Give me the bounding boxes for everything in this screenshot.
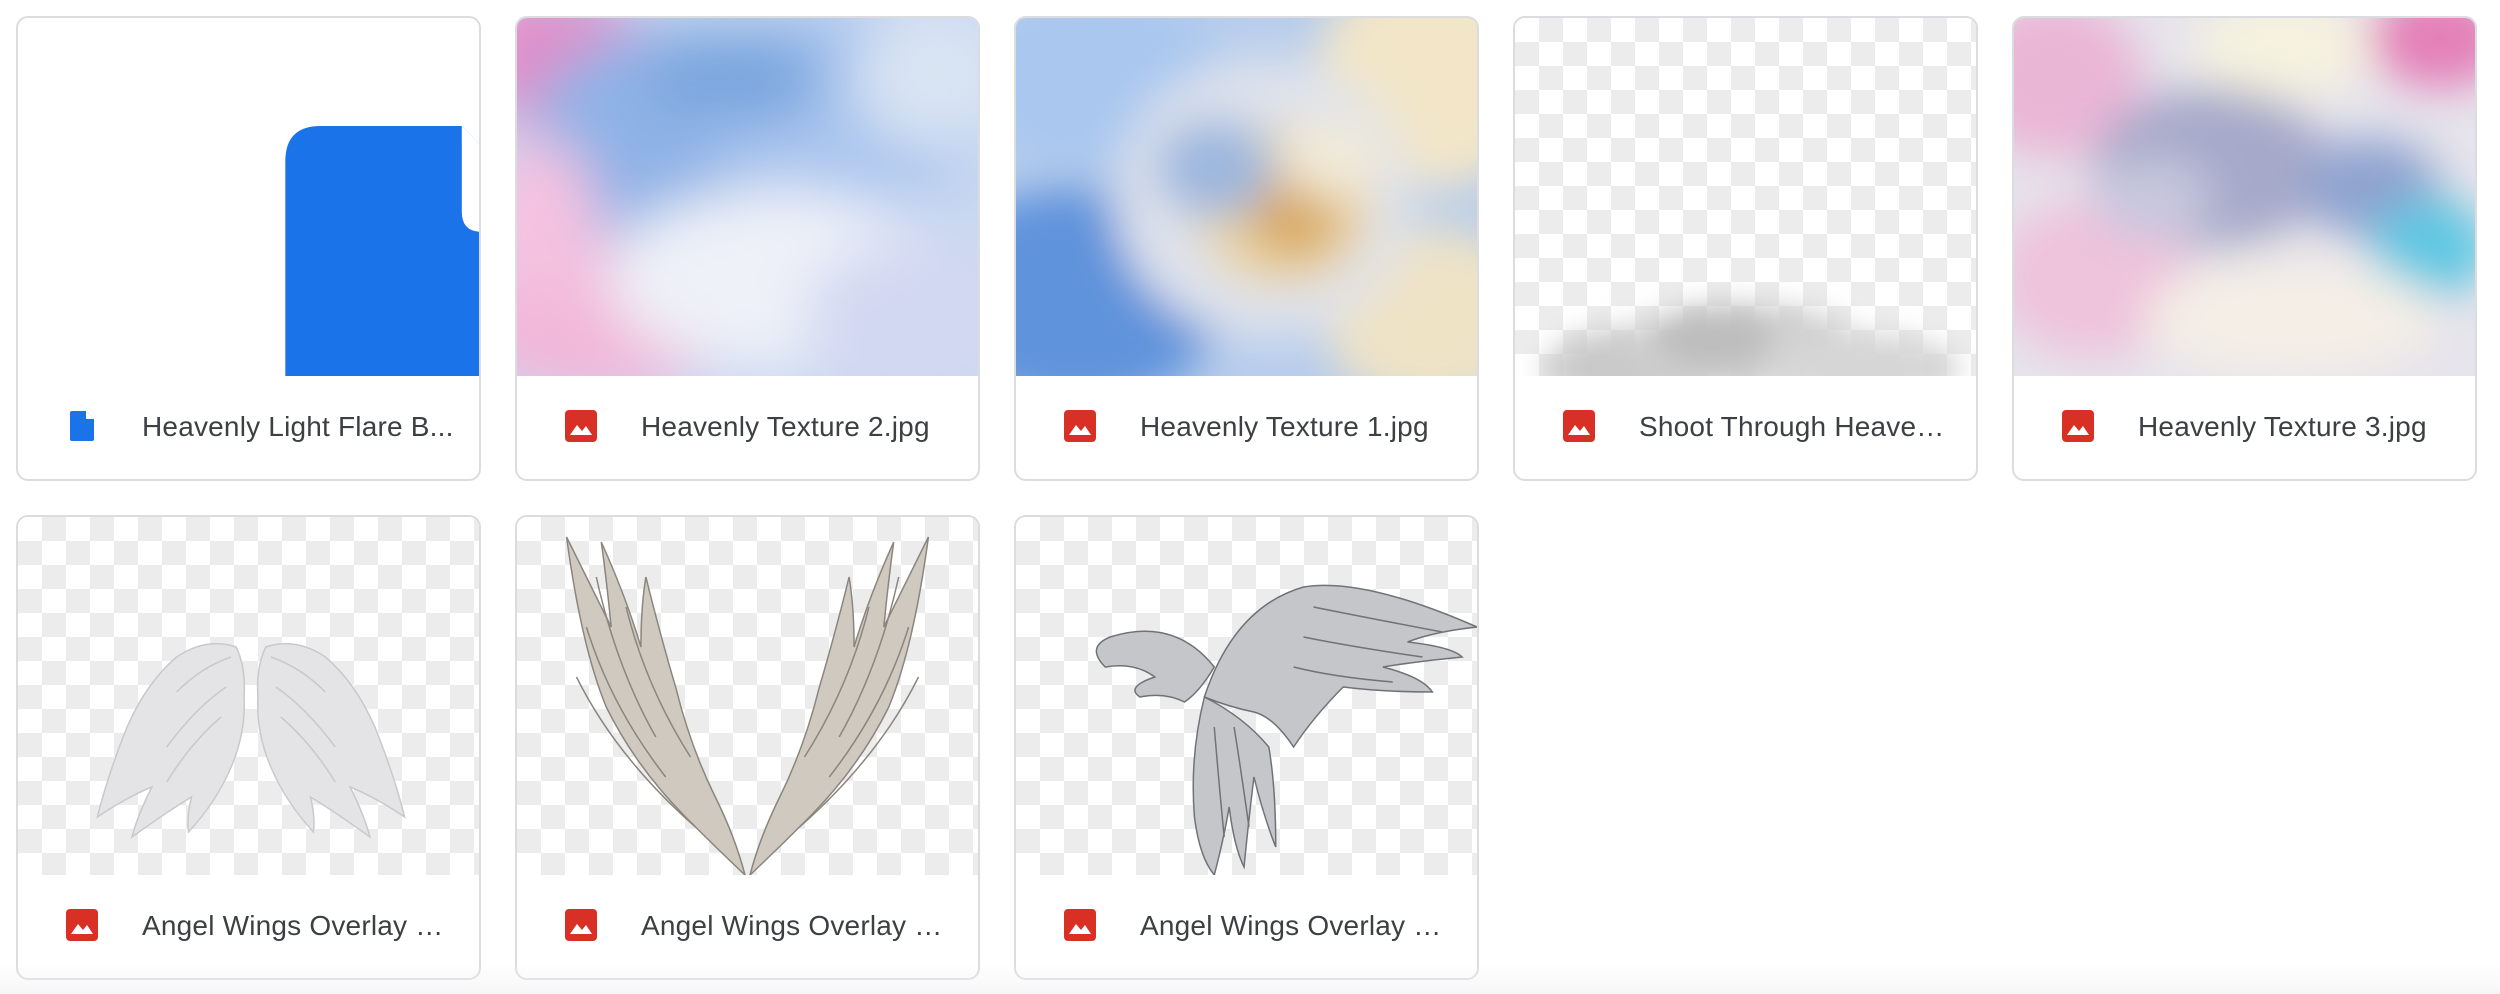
file-footer: Angel Wings Overlay 2.... xyxy=(1016,873,1477,978)
document-icon xyxy=(285,126,479,376)
file-name: Angel Wings Overlay 1.... xyxy=(142,910,455,941)
image-icon xyxy=(66,909,98,941)
file-card-heavenly-texture-3[interactable]: Heavenly Texture 3.jpg xyxy=(2012,16,2477,481)
file-name: Shoot Through Heaven... xyxy=(1639,411,1952,442)
image-icon xyxy=(1563,410,1595,442)
file-thumbnail xyxy=(18,517,479,875)
file-thumbnail xyxy=(1016,517,1477,875)
file-name: Heavenly Light Flare B... xyxy=(142,411,454,442)
image-icon xyxy=(565,410,597,442)
file-thumbnail xyxy=(1515,18,1976,376)
file-name: Angel Wings Overlay 3.... xyxy=(641,910,954,941)
image-icon xyxy=(2062,410,2094,442)
image-icon xyxy=(1064,410,1096,442)
file-footer: Heavenly Texture 1.jpg xyxy=(1016,374,1477,479)
file-card-heavenly-texture-2[interactable]: Heavenly Texture 2.jpg xyxy=(515,16,980,481)
file-card-angel-wings-overlay-1[interactable]: Angel Wings Overlay 1.... xyxy=(16,515,481,980)
document-icon xyxy=(70,411,94,441)
file-footer: Angel Wings Overlay 3.... xyxy=(517,873,978,978)
file-name: Heavenly Texture 2.jpg xyxy=(641,411,930,442)
file-name: Angel Wings Overlay 2.... xyxy=(1140,910,1453,941)
file-card-angel-wings-overlay-2[interactable]: Angel Wings Overlay 2.... xyxy=(1014,515,1479,980)
file-card-angel-wings-overlay-3[interactable]: Angel Wings Overlay 3.... xyxy=(515,515,980,980)
file-footer: Heavenly Texture 2.jpg xyxy=(517,374,978,479)
file-card-shoot-through-heaven[interactable]: Shoot Through Heaven... xyxy=(1513,16,1978,481)
file-footer: Heavenly Texture 3.jpg xyxy=(2014,374,2475,479)
file-grid: Heavenly Light Flare B... Heavenly Textu… xyxy=(0,0,2500,994)
file-thumbnail xyxy=(517,18,978,376)
file-name: Heavenly Texture 1.jpg xyxy=(1140,411,1429,442)
file-footer: Angel Wings Overlay 1.... xyxy=(18,873,479,978)
file-thumbnail xyxy=(1016,18,1477,376)
file-footer: Heavenly Light Flare B... xyxy=(18,374,479,479)
file-name: Heavenly Texture 3.jpg xyxy=(2138,411,2427,442)
file-card-heavenly-light-flare[interactable]: Heavenly Light Flare B... xyxy=(16,16,481,481)
image-icon xyxy=(565,909,597,941)
file-thumbnail xyxy=(2014,18,2475,376)
file-thumbnail xyxy=(18,18,479,376)
file-card-heavenly-texture-1[interactable]: Heavenly Texture 1.jpg xyxy=(1014,16,1479,481)
file-thumbnail xyxy=(517,517,978,875)
file-footer: Shoot Through Heaven... xyxy=(1515,374,1976,479)
image-icon xyxy=(1064,909,1096,941)
